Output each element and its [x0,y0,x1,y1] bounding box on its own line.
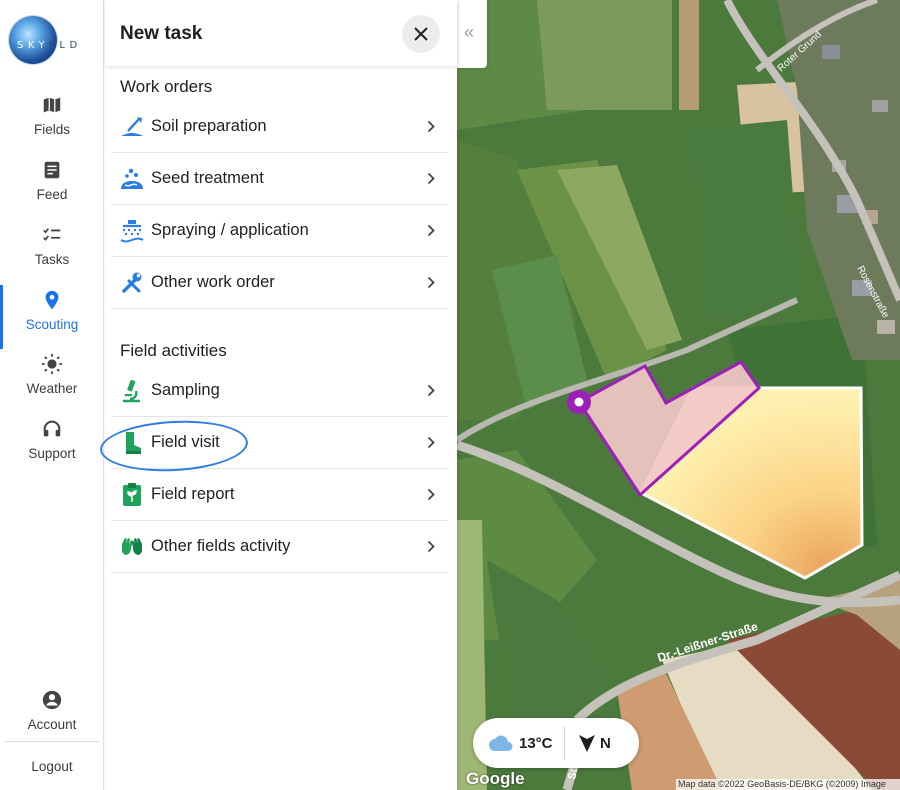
panel-header: New task [105,0,457,66]
tasks-icon [43,228,61,241]
task-item-spraying-application[interactable]: Spraying / application [111,205,449,257]
google-logo: Google [466,769,525,788]
north-label: N [600,735,611,752]
chevron-right-icon [427,384,435,397]
nav-item-support[interactable]: Support [0,418,104,482]
nav-divider [5,741,99,742]
task-item-sampling[interactable]: Sampling [111,365,449,417]
headset-icon [43,420,61,437]
left-nav: SKYFLD Fields Feed Tasks Scouting Weathe… [0,0,104,790]
nav-item-tasks[interactable]: Tasks [0,224,104,288]
chevron-right-icon [427,436,435,449]
map-icon [43,97,61,113]
nav-item-weather[interactable]: Weather [0,353,104,417]
feed-icon [44,161,60,179]
chevron-right-icon [427,276,435,289]
north-arrow-icon[interactable] [578,733,596,753]
account-icon [42,690,62,710]
panel-title: New task [120,23,203,44]
nav-item-fields[interactable]: Fields [0,94,104,158]
task-item-soil-preparation[interactable]: Soil preparation [111,101,449,153]
double-chevron-left-icon: « [464,22,475,42]
satellite-map: Roter Grund Rosenstraße Dr.-Leißner-Stra… [457,0,900,790]
nav-label: Support [28,446,76,461]
task-item-label: Seed treatment [151,169,264,187]
cloud-icon [489,735,513,751]
microscope-icon [123,379,140,403]
new-task-panel: New task Work orders Soil preparation Se… [105,0,457,790]
chevron-right-icon [427,540,435,553]
task-item-label: Field report [151,485,235,503]
collapse-panel-button[interactable]: « [457,0,487,68]
task-item-seed-treatment[interactable]: Seed treatment [111,153,449,205]
chevron-right-icon [427,488,435,501]
task-item-label: Soil preparation [151,117,267,135]
logout-link[interactable]: Logout [0,759,104,774]
nav-item-scouting[interactable]: Scouting [0,285,104,353]
nav-label: Fields [33,122,70,137]
seed-treatment-icon [121,168,143,189]
nav-item-feed[interactable]: Feed [0,159,104,223]
chevron-right-icon [427,172,435,185]
clipboard-plant-icon [123,483,141,506]
nav-label: Feed [36,187,68,202]
pill-divider [564,726,565,760]
skyfld-logo[interactable]: SKYFLD [9,14,97,66]
tools-icon [122,272,142,293]
section-title-work-orders: Work orders [120,77,213,96]
nav-label: Tasks [34,252,70,267]
location-pin-icon [45,290,59,310]
nav-item-account[interactable]: Account [0,689,104,753]
close-button[interactable] [402,15,440,53]
temperature-value: 13°C [519,735,553,752]
task-item-label: Sampling [151,381,220,399]
nav-label: Account [27,717,77,732]
task-item-other-fields-activity[interactable]: Other fields activity [111,521,449,573]
soil-preparation-icon [121,117,143,136]
nav-label: Weather [26,381,78,396]
task-item-label: Spraying / application [151,221,309,239]
task-item-other-work-order[interactable]: Other work order [111,257,449,309]
chevron-right-icon [427,224,435,237]
nav-label: Scouting [25,317,79,332]
gloves-icon [122,538,142,555]
close-icon [414,27,428,41]
task-item-label: Other fields activity [151,537,291,555]
map-info-pill[interactable]: 13°C N [473,718,639,768]
task-item-label: Other work order [151,273,275,291]
logo-wordmark: SKYFLD [17,40,82,51]
section-title-field-activities: Field activities [120,341,227,360]
task-item-field-report[interactable]: Field report [111,469,449,521]
map-view[interactable]: Roter Grund Rosenstraße Dr.-Leißner-Stra… [457,0,900,790]
sun-icon [41,353,63,375]
chevron-right-icon [427,120,435,133]
map-attribution[interactable]: Map data ©2022 GeoBasis-DE/BKG (©2009) I… [676,779,900,790]
spraying-icon [120,220,144,243]
